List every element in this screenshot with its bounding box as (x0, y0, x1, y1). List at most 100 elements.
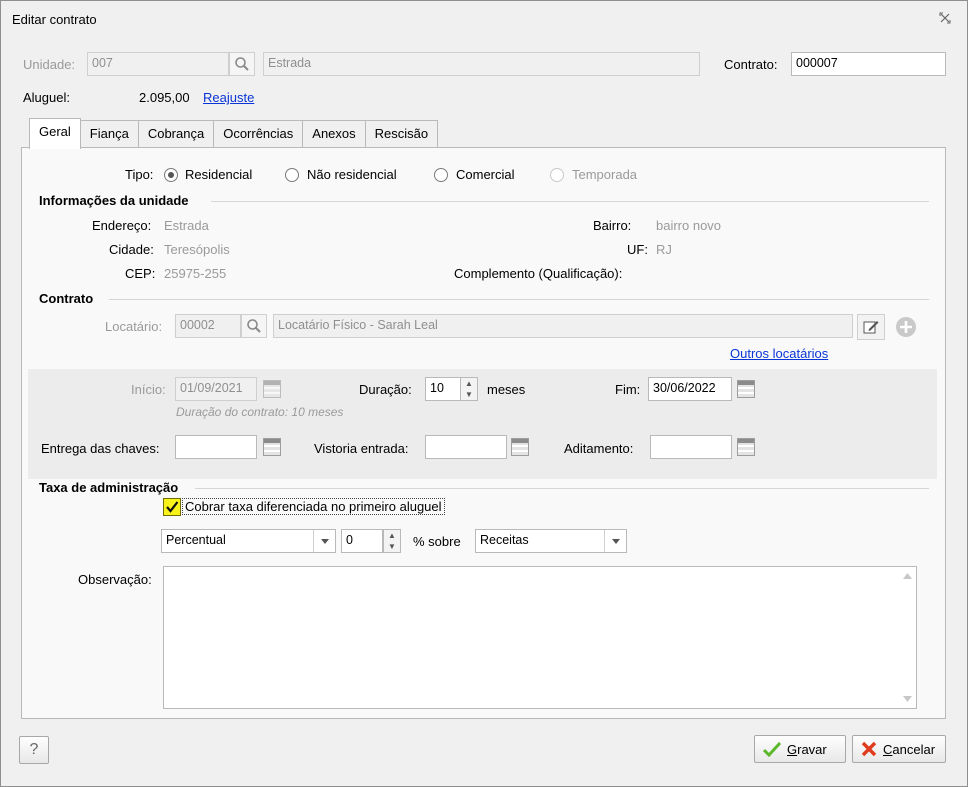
entrega-chaves-label: Entrega das chaves: (41, 441, 160, 456)
edit-icon (863, 321, 879, 334)
entrega-chaves-field[interactable] (175, 435, 257, 459)
fim-field[interactable]: 30/06/2022 (648, 377, 732, 401)
locatario-search-button[interactable] (241, 314, 267, 338)
tab-cobranca[interactable]: Cobrança (137, 120, 215, 148)
radio-nao-residencial[interactable] (285, 168, 299, 182)
check-icon (763, 741, 781, 757)
locatario-name-field: Locatário Físico - Sarah Leal (273, 314, 853, 338)
calendar-icon (263, 438, 281, 456)
radio-temporada (550, 168, 564, 182)
endereco-label: Endereço: (92, 218, 152, 233)
cep-label: CEP: (125, 266, 156, 281)
radio-comercial[interactable] (434, 168, 448, 182)
bairro-label: Bairro: (593, 218, 632, 233)
duracao-info-text: Duração do contrato: 10 meses (176, 405, 344, 419)
calendar-icon (737, 380, 755, 398)
aditamento-field[interactable] (650, 435, 732, 459)
uf-label: UF: (627, 242, 648, 257)
calendar-icon (511, 438, 529, 456)
search-icon (235, 57, 249, 71)
unidade-label: Unidade: (23, 57, 76, 72)
fim-calendar-button[interactable] (733, 377, 759, 401)
add-locatario-button[interactable] (892, 314, 920, 340)
locatario-code-field: 00002 (175, 314, 241, 338)
tab-ocorrencias[interactable]: Ocorrências (213, 120, 304, 148)
section-divider (195, 488, 929, 489)
reajuste-link[interactable]: Reajuste (203, 90, 254, 105)
taxa-valor-field[interactable]: 0 (341, 529, 383, 553)
unidade-info-title: Informações da unidade (39, 193, 189, 208)
section-divider (211, 201, 929, 202)
tab-fianca[interactable]: Fiança (79, 120, 139, 148)
cancelar-button[interactable]: Cancelar (852, 735, 946, 763)
duracao-stepper[interactable]: ▲ ▼ (460, 377, 478, 401)
fim-label: Fim: (615, 382, 641, 397)
close-icon[interactable] (939, 12, 953, 26)
bairro-value: bairro novo (656, 218, 722, 233)
observacao-scrollbar[interactable] (899, 567, 916, 708)
calendar-icon (263, 380, 281, 398)
taxa-sobre-select[interactable]: Receitas (475, 529, 627, 553)
tab-anexos[interactable]: Anexos (302, 120, 366, 148)
vistoria-entrada-label: Vistoria entrada: (314, 441, 409, 456)
radio-nao-residencial-label: Não residencial (307, 167, 397, 182)
unidade-name-field: Estrada (263, 52, 700, 76)
radio-comercial-label: Comercial (456, 167, 515, 182)
radio-residencial-label: Residencial (185, 167, 253, 182)
vistoria-entrada-field[interactable] (425, 435, 507, 459)
tab-geral[interactable]: Geral (29, 118, 81, 149)
cobrar-taxa-label[interactable]: Cobrar taxa diferenciada no primeiro alu… (182, 498, 445, 515)
plus-circle-icon (896, 317, 916, 337)
window-title: Editar contrato (12, 12, 97, 27)
section-divider (109, 299, 929, 300)
sobre-label: % sobre (413, 534, 461, 549)
aluguel-value: 2.095,00 (139, 90, 190, 105)
taxa-valor-stepper[interactable]: ▲ ▼ (383, 529, 401, 553)
aditamento-calendar-button[interactable] (733, 435, 759, 459)
vistoria-calendar-button[interactable] (507, 435, 533, 459)
radio-temporada-label: Temporada (572, 167, 638, 182)
duracao-label: Duração: (359, 382, 412, 397)
gravar-button[interactable]: Gravar (754, 735, 846, 763)
taxa-tipo-value: Percentual (166, 533, 226, 547)
cobrar-taxa-checkbox[interactable] (163, 498, 181, 516)
entrega-calendar-button[interactable] (259, 435, 285, 459)
observacao-label: Observação: (78, 572, 152, 587)
inicio-calendar-button (259, 377, 285, 401)
aditamento-label: Aditamento: (564, 441, 634, 456)
taxa-section-title: Taxa de administração (39, 480, 179, 495)
endereco-value: Estrada (164, 218, 209, 233)
taxa-tipo-select[interactable]: Percentual (161, 529, 336, 553)
calendar-icon (737, 438, 755, 456)
unidade-code-field: 007 (87, 52, 229, 76)
scroll-down-icon (903, 696, 912, 702)
tab-bar: Geral Fiança Cobrança Ocorrências Anexos… (29, 118, 439, 149)
inicio-field: 01/09/2021 (175, 377, 257, 401)
gravar-label: Gravar (787, 741, 827, 757)
cancelar-label: Cancelar (883, 741, 936, 757)
search-icon (247, 319, 261, 333)
edit-contract-dialog: Editar contrato Unidade: 007 Estrada Con… (0, 0, 968, 787)
contrato-number-field[interactable]: 000007 (791, 52, 946, 76)
inicio-label: Início: (131, 382, 166, 397)
title-bar: Editar contrato (1, 1, 967, 39)
chevron-down-icon (313, 530, 335, 552)
tipo-label: Tipo: (125, 167, 154, 182)
locatario-label: Locatário: (105, 319, 163, 334)
radio-residencial[interactable] (164, 168, 178, 182)
tab-rescisao[interactable]: Rescisão (364, 120, 439, 148)
scroll-up-icon (903, 573, 912, 579)
contrato-label: Contrato: (724, 57, 778, 72)
close-icon (861, 741, 877, 757)
edit-locatario-button[interactable] (857, 314, 885, 340)
check-icon (166, 501, 179, 513)
taxa-sobre-value: Receitas (480, 533, 529, 547)
cidade-label: Cidade: (109, 242, 154, 257)
aluguel-label: Aluguel: (23, 90, 70, 105)
unidade-search-button[interactable] (229, 52, 255, 76)
duracao-field[interactable]: 10 (425, 377, 461, 401)
outros-locatarios-link[interactable]: Outros locatários (730, 346, 828, 361)
help-button[interactable]: ? (19, 736, 49, 764)
meses-label: meses (487, 382, 526, 397)
observacao-textarea[interactable] (163, 566, 917, 709)
